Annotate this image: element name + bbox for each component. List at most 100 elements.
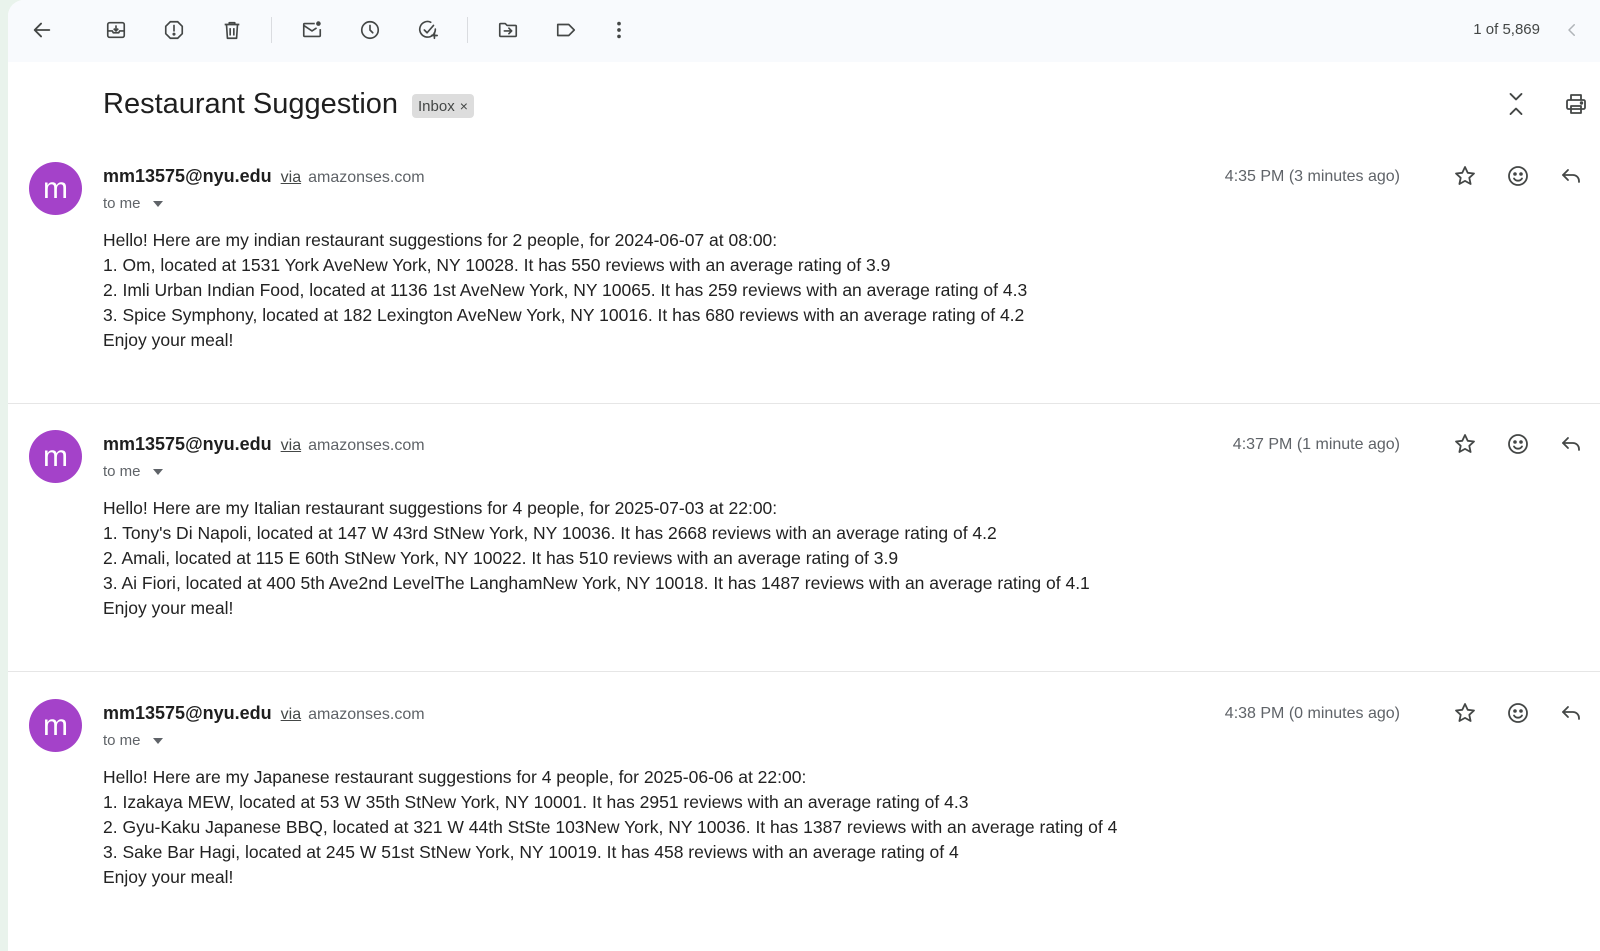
remove-label-button[interactable]: ×	[460, 98, 468, 114]
message-body: Hello! Here are my Japanese restaurant s…	[103, 765, 1117, 890]
avatar[interactable]: m	[29, 699, 82, 752]
show-details-chevron-down-icon[interactable]	[152, 468, 163, 475]
message-divider	[8, 671, 1600, 672]
toolbar-separator	[271, 17, 272, 43]
reply-icon	[1562, 706, 1580, 720]
more-options-button[interactable]	[599, 10, 639, 50]
body-line: 2. Gyu-Kaku Japanese BBQ, located at 321…	[103, 817, 1118, 837]
body-line: Hello! Here are my Italian restaurant su…	[103, 498, 778, 518]
emoji-icon	[1508, 703, 1528, 723]
snooze-button[interactable]	[350, 10, 390, 50]
star-button[interactable]	[1445, 424, 1485, 464]
archive-icon	[106, 21, 126, 39]
move-to-button[interactable]	[488, 10, 528, 50]
add-reaction-button[interactable]	[1498, 693, 1538, 733]
newer-button[interactable]	[1552, 10, 1592, 50]
add-reaction-button[interactable]	[1498, 156, 1538, 196]
subject-row: Restaurant Suggestion Inbox ×	[8, 62, 1600, 142]
add-to-tasks-icon	[418, 20, 438, 40]
via-domain: amazonses.com	[308, 437, 425, 454]
message-item: m mm13575@nyu.edu via amazonses.com to m…	[8, 679, 1600, 947]
reply-button[interactable]	[1551, 693, 1591, 733]
label-button[interactable]	[546, 10, 586, 50]
body-line: 2. Imli Urban Indian Food, located at 11…	[103, 280, 1028, 300]
sender-line: mm13575@nyu.edu via amazonses.com	[103, 166, 425, 187]
recipients-line: to me	[103, 732, 163, 749]
print-icon	[1566, 94, 1586, 114]
message-time[interactable]: 4:37 PM (1 minute ago)	[1233, 436, 1400, 454]
collapse-all-icon	[1509, 93, 1523, 116]
label-chip-text: Inbox	[418, 97, 455, 115]
avatar[interactable]: m	[29, 162, 82, 215]
back-button[interactable]	[22, 10, 62, 50]
delete-button[interactable]	[212, 10, 252, 50]
message-item: m mm13575@nyu.edu via amazonses.com to m…	[8, 142, 1600, 410]
body-line: 1. Izakaya MEW, located at 53 W 35th StN…	[103, 792, 969, 812]
report-spam-icon	[164, 20, 184, 40]
star-button[interactable]	[1445, 693, 1485, 733]
show-details-chevron-down-icon[interactable]	[152, 737, 163, 744]
body-line: 3. Spice Symphony, located at 182 Lexing…	[103, 305, 1025, 325]
sender-email[interactable]: mm13575@nyu.edu	[103, 434, 272, 454]
back-arrow-icon	[33, 22, 51, 38]
sender-line: mm13575@nyu.edu via amazonses.com	[103, 703, 425, 724]
add-reaction-button[interactable]	[1498, 424, 1538, 464]
reply-icon	[1562, 437, 1580, 451]
star-icon	[1455, 166, 1475, 185]
inbox-label-chip[interactable]: Inbox ×	[412, 94, 474, 118]
via-link[interactable]: via	[281, 437, 301, 454]
add-to-tasks-button[interactable]	[408, 10, 448, 50]
pager-count: 1 of 5,869	[1473, 21, 1540, 38]
body-line: 1. Tony's Di Napoli, located at 147 W 43…	[103, 523, 997, 543]
reply-icon	[1562, 169, 1580, 183]
avatar[interactable]: m	[29, 430, 82, 483]
snooze-icon	[360, 20, 380, 40]
body-line: 1. Om, located at 1531 York AveNew York,…	[103, 255, 891, 275]
sender-line: mm13575@nyu.edu via amazonses.com	[103, 434, 425, 455]
via-domain: amazonses.com	[308, 706, 425, 723]
sender-email[interactable]: mm13575@nyu.edu	[103, 166, 272, 186]
report-spam-button[interactable]	[154, 10, 194, 50]
body-line: Hello! Here are my indian restaurant sug…	[103, 230, 778, 250]
sender-email[interactable]: mm13575@nyu.edu	[103, 703, 272, 723]
print-all-button[interactable]	[1556, 84, 1596, 124]
message-toolbar: 1 of 5,869	[8, 0, 1600, 62]
emoji-icon	[1508, 166, 1528, 186]
message-divider	[8, 403, 1600, 404]
recipients-text: to me	[103, 195, 141, 212]
delete-icon	[224, 21, 240, 40]
star-icon	[1455, 703, 1475, 722]
reply-button[interactable]	[1551, 156, 1591, 196]
show-details-chevron-down-icon[interactable]	[152, 200, 163, 207]
mark-unread-button[interactable]	[292, 10, 332, 50]
body-line: Enjoy your meal!	[103, 598, 234, 618]
reply-button[interactable]	[1551, 424, 1591, 464]
collapse-all-button[interactable]	[1496, 84, 1536, 124]
body-line: 2. Amali, located at 115 E 60th StNew Yo…	[103, 548, 899, 568]
message-time[interactable]: 4:38 PM (0 minutes ago)	[1225, 705, 1400, 723]
mark-unread-icon	[302, 21, 322, 38]
body-line: Enjoy your meal!	[103, 330, 234, 350]
via-link[interactable]: via	[281, 706, 301, 723]
recipients-text: to me	[103, 732, 141, 749]
recipients-line: to me	[103, 195, 163, 212]
more-vert-icon	[617, 21, 621, 39]
thread-subject: Restaurant Suggestion	[103, 88, 399, 120]
body-line: 3. Ai Fiori, located at 400 5th Ave2nd L…	[103, 573, 1090, 593]
body-line: Hello! Here are my Japanese restaurant s…	[103, 767, 807, 787]
archive-button[interactable]	[96, 10, 136, 50]
via-link[interactable]: via	[281, 169, 301, 186]
via-domain: amazonses.com	[308, 169, 425, 186]
mail-panel: 1 of 5,869 Restaurant Suggestion Inbox ×…	[8, 0, 1600, 951]
chevron-left-icon	[1568, 24, 1575, 36]
message-body: Hello! Here are my indian restaurant sug…	[103, 228, 1027, 353]
message-time[interactable]: 4:35 PM (3 minutes ago)	[1225, 168, 1400, 186]
move-to-icon	[498, 22, 518, 38]
body-line: Enjoy your meal!	[103, 867, 234, 887]
recipients-text: to me	[103, 463, 141, 480]
label-icon	[556, 23, 576, 37]
star-button[interactable]	[1445, 156, 1485, 196]
message-item: m mm13575@nyu.edu via amazonses.com to m…	[8, 410, 1600, 678]
star-icon	[1455, 434, 1475, 453]
toolbar-separator	[467, 17, 468, 43]
